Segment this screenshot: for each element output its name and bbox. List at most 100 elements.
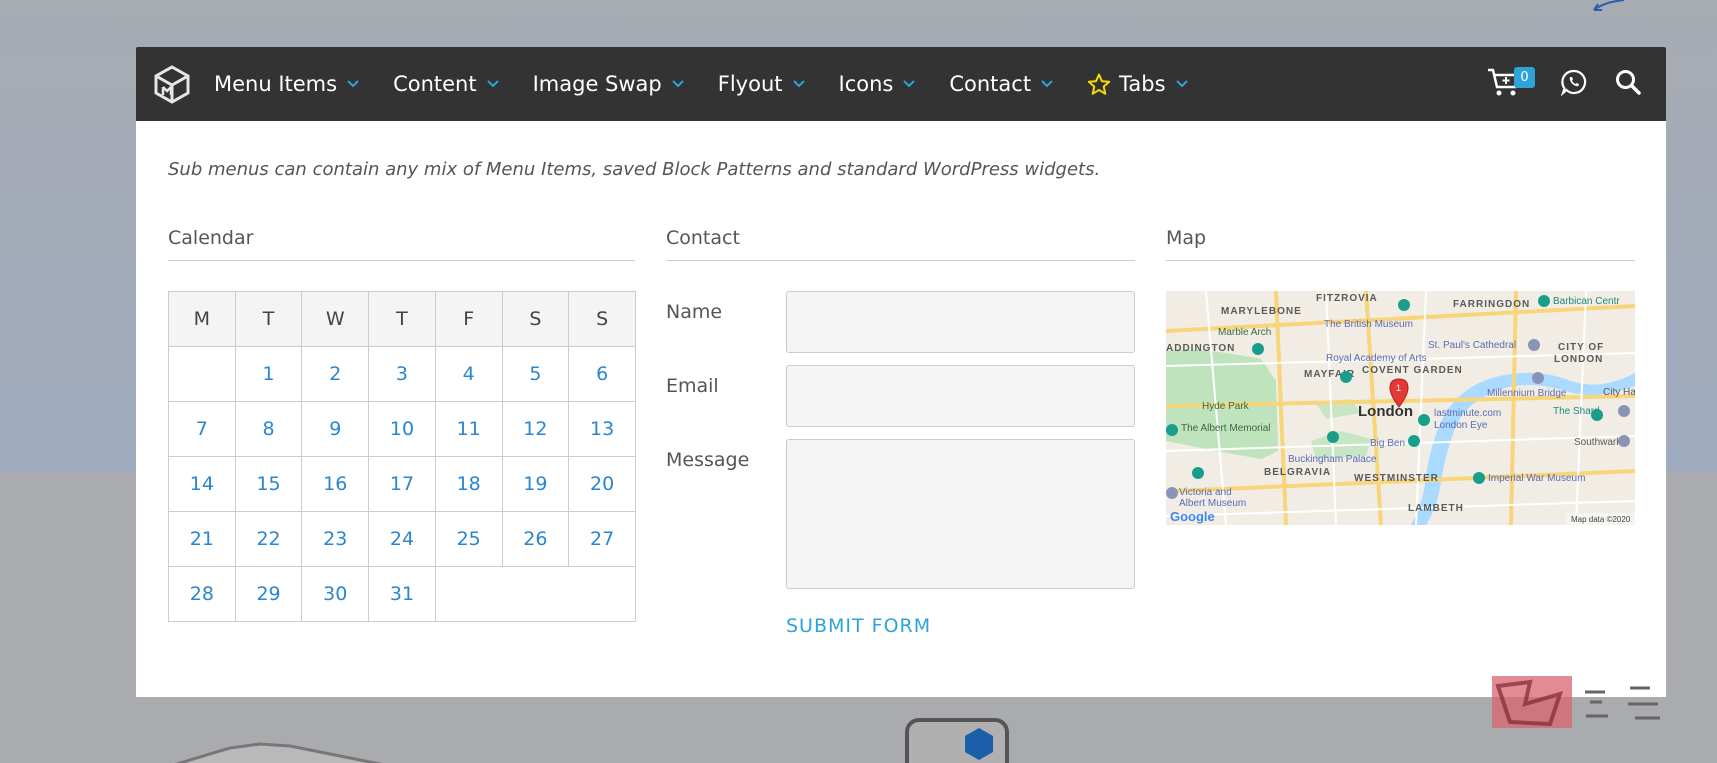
calendar-day[interactable]: 7 — [168, 401, 236, 457]
form-row-message: Message — [666, 439, 1135, 589]
cart-count-badge: 0 — [1514, 67, 1535, 88]
name-field[interactable] — [785, 291, 1135, 353]
calendar-day[interactable]: 6 — [568, 346, 636, 402]
calendar-day[interactable]: 4 — [434, 346, 503, 402]
google-logo: Google — [1170, 509, 1215, 524]
chevron-down-icon — [347, 80, 359, 88]
calendar-day[interactable]: 21 — [168, 511, 236, 567]
calendar-day-header: W — [301, 291, 370, 347]
nav-item-label: Menu Items — [214, 72, 338, 96]
nav-item-label: Content — [393, 72, 477, 96]
calendar-day[interactable]: 19 — [501, 456, 570, 512]
email-field[interactable] — [785, 365, 1135, 427]
email-label: Email — [666, 375, 719, 397]
map-widget: Map FITZROVIA MARYLEBONE FARRINGDON Barb — [1166, 227, 1635, 525]
chevron-down-icon — [486, 80, 499, 88]
chevron-down-icon — [903, 80, 916, 88]
calendar-day[interactable]: 29 — [234, 566, 303, 622]
calendar-widget: Calendar M T W T F S S 1 2 3 4 5 6 7 8 9… — [168, 227, 637, 622]
map-label: St. Paul's Cathedral — [1428, 340, 1516, 351]
calendar-day[interactable]: 17 — [368, 456, 436, 512]
map-label: BELGRAVIA — [1264, 467, 1331, 478]
map-label: The British Museum — [1324, 319, 1413, 330]
calendar-day[interactable]: 13 — [568, 401, 636, 457]
decorative-illustration — [174, 742, 383, 763]
google-map[interactable]: FITZROVIA MARYLEBONE FARRINGDON Barbican… — [1166, 291, 1635, 525]
map-label: CITY OF — [1558, 342, 1604, 353]
contact-title: Contact — [666, 227, 1135, 261]
map-label: Albert Museum — [1179, 498, 1246, 509]
map-marker-label: 1 — [1396, 383, 1401, 393]
nav-item-image-swap[interactable]: Image Swap — [533, 47, 684, 121]
nav-item-label: Flyout — [717, 72, 783, 96]
submit-form-button[interactable]: SUBMIT FORM — [786, 615, 931, 637]
calendar-day[interactable]: 16 — [301, 456, 370, 512]
map-label: Barbican Centr — [1553, 296, 1620, 307]
map-label: LONDON — [1554, 354, 1603, 365]
cart-button[interactable]: 0 — [1484, 64, 1535, 104]
calendar-day[interactable]: 1 — [234, 346, 303, 402]
watermark-logo — [1492, 676, 1660, 728]
main-navbar: Menu Items Content Image Swap Flyout Ico… — [136, 47, 1666, 121]
nav-right-icons: 0 — [1484, 47, 1648, 121]
whatsapp-button[interactable] — [1554, 64, 1594, 104]
calendar-day[interactable]: 3 — [368, 346, 436, 402]
nav-item-icons[interactable]: Icons — [839, 47, 916, 121]
map-label: FITZROVIA — [1316, 293, 1378, 304]
decorative-device-illustration — [905, 718, 1009, 763]
site-logo-icon[interactable] — [150, 62, 194, 106]
map-label: LAMBETH — [1408, 503, 1464, 514]
calendar-day[interactable]: 18 — [434, 456, 503, 512]
calendar-day[interactable]: 22 — [234, 511, 303, 567]
map-label: Big Ben — [1370, 438, 1405, 449]
calendar-day[interactable]: 12 — [501, 401, 570, 457]
calendar-day[interactable]: 26 — [501, 511, 570, 567]
calendar-day[interactable]: 24 — [368, 511, 436, 567]
nav-item-content[interactable]: Content — [393, 47, 499, 121]
nav-menu: Menu Items Content Image Swap Flyout Ico… — [214, 47, 1222, 121]
calendar-day[interactable]: 2 — [301, 346, 370, 402]
form-row-email: Email — [666, 365, 1135, 427]
calendar-day[interactable]: 23 — [301, 511, 370, 567]
map-label: Hyde Park — [1202, 401, 1250, 412]
calendar-day[interactable]: 25 — [434, 511, 503, 567]
calendar-day[interactable]: 30 — [301, 566, 370, 622]
intro-text: Sub menus can contain any mix of Menu It… — [168, 159, 1101, 180]
whatsapp-icon — [1560, 68, 1588, 100]
chevron-down-icon — [792, 80, 805, 88]
calendar-day[interactable]: 10 — [368, 401, 436, 457]
message-field[interactable] — [785, 439, 1135, 589]
contact-widget: Contact Name Email Message SUBMIT FORM — [666, 227, 1135, 637]
decorative-arrow-icon — [1593, 0, 1625, 11]
calendar-day[interactable]: 20 — [568, 456, 636, 512]
calendar-day[interactable]: 5 — [501, 346, 570, 402]
calendar-day[interactable]: 27 — [568, 511, 636, 567]
calendar-table: M T W T F S S 1 2 3 4 5 6 7 8 9 10 11 12… — [168, 291, 637, 622]
calendar-day[interactable]: 31 — [368, 566, 436, 622]
calendar-day[interactable]: 11 — [434, 401, 503, 457]
calendar-empty-cell — [434, 566, 637, 622]
nav-item-flyout[interactable]: Flyout — [718, 47, 805, 121]
calendar-day[interactable]: 14 — [168, 456, 236, 512]
map-label: Imperial War Museum — [1488, 473, 1585, 484]
map-label: London — [1358, 403, 1413, 420]
calendar-day[interactable]: 28 — [168, 566, 236, 622]
star-icon — [1087, 73, 1111, 96]
map-label: City Ha — [1603, 387, 1635, 398]
map-label: Buckingham Palace — [1288, 454, 1377, 465]
search-button[interactable] — [1608, 64, 1648, 104]
nav-item-contact[interactable]: Contact — [949, 47, 1053, 121]
calendar-empty-cell — [168, 346, 236, 402]
chevron-down-icon — [1175, 80, 1188, 88]
map-label: ADDINGTON — [1166, 343, 1235, 354]
message-label: Message — [666, 449, 750, 471]
calendar-day[interactable]: 15 — [234, 456, 303, 512]
nav-item-menu-items[interactable]: Menu Items — [214, 47, 359, 121]
calendar-day[interactable]: 9 — [301, 401, 370, 457]
nav-item-label: Tabs — [1119, 72, 1166, 96]
nav-item-label: Contact — [949, 72, 1032, 96]
calendar-day[interactable]: 8 — [234, 401, 303, 457]
calendar-day-header: M — [168, 291, 236, 347]
map-attribution: Map data ©2020 — [1571, 515, 1631, 524]
nav-item-tabs[interactable]: Tabs — [1087, 47, 1188, 121]
